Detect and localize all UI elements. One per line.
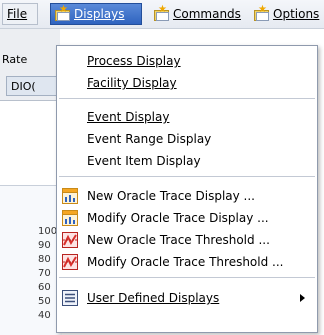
menu-item-new-oracle-trace-display[interactable]: New Oracle Trace Display ... xyxy=(57,185,317,207)
menu-item-label: Process Display xyxy=(87,54,181,68)
menu-item-user-defined-displays[interactable]: User Defined Displays xyxy=(57,287,317,309)
menu-options-label: Options xyxy=(273,7,320,21)
folder-star-icon: ★ xyxy=(55,4,70,21)
oracle-trace-threshold-icon xyxy=(62,232,78,248)
menu-item-process-display[interactable]: Process Display xyxy=(57,50,317,72)
menu-item-modify-oracle-trace-threshold[interactable]: Modify Oracle Trace Threshold ... xyxy=(57,251,317,273)
menu-displays-label: Displays xyxy=(74,7,125,21)
chart-area: 100 90 80 70 60 50 40 xyxy=(0,185,62,335)
folder-star-icon: ★ xyxy=(254,4,269,21)
displays-dropdown-menu: Process Display Facility Display Event D… xyxy=(56,45,318,333)
menu-item-label: Event Display xyxy=(87,110,170,124)
submenu-arrow-icon xyxy=(300,294,305,302)
menu-file[interactable]: File xyxy=(2,3,38,25)
rate-label: Rate xyxy=(2,53,28,66)
oracle-trace-display-icon xyxy=(62,210,78,226)
y-tick-label: 40 xyxy=(38,310,51,321)
y-tick-label: 60 xyxy=(38,282,51,293)
application-window: Rate DIO( 100 90 80 70 60 50 40 File ★ D… xyxy=(0,0,324,335)
y-tick-label: 50 xyxy=(38,296,51,307)
menu-commands[interactable]: ★ Commands xyxy=(150,3,242,25)
menu-separator xyxy=(59,277,315,278)
menu-item-event-range-display[interactable]: Event Range Display xyxy=(57,128,317,150)
y-tick-label: 100 xyxy=(38,226,58,237)
menu-item-label: User Defined Displays xyxy=(87,291,220,305)
y-tick-label: 80 xyxy=(38,254,51,265)
menu-displays[interactable]: ★ Displays xyxy=(50,3,142,25)
menu-item-event-display[interactable]: Event Display xyxy=(57,106,317,128)
menu-item-label: Modify Oracle Trace Display ... xyxy=(87,211,269,225)
menu-item-label: New Oracle Trace Threshold ... xyxy=(87,233,270,247)
tab-dio[interactable]: DIO( xyxy=(6,76,58,96)
menu-item-label: New Oracle Trace Display ... xyxy=(87,189,255,203)
folder-star-icon: ★ xyxy=(154,4,169,21)
menu-item-modify-oracle-trace-display[interactable]: Modify Oracle Trace Display ... xyxy=(57,207,317,229)
menu-item-new-oracle-trace-threshold[interactable]: New Oracle Trace Threshold ... xyxy=(57,229,317,251)
menu-item-label: Facility Display xyxy=(87,76,177,90)
oracle-trace-display-icon xyxy=(62,188,78,204)
menu-item-event-item-display[interactable]: Event Item Display xyxy=(57,150,317,172)
list-icon xyxy=(62,290,78,306)
menu-item-label: Event Item Display xyxy=(87,154,201,168)
menu-bar: File ★ Displays ★ Commands ★ Options xyxy=(0,0,324,29)
menu-item-label: Modify Oracle Trace Threshold ... xyxy=(87,255,284,269)
y-tick-label: 90 xyxy=(38,240,51,251)
y-tick-label: 70 xyxy=(38,268,51,279)
menu-separator xyxy=(59,176,315,177)
menu-commands-label: Commands xyxy=(173,7,241,21)
menu-item-label: Event Range Display xyxy=(87,132,212,146)
menu-item-facility-display[interactable]: Facility Display xyxy=(57,72,317,94)
oracle-trace-threshold-icon xyxy=(62,254,78,270)
menu-separator xyxy=(59,98,315,99)
menu-file-label: File xyxy=(7,7,28,21)
menu-options[interactable]: ★ Options xyxy=(250,3,324,25)
